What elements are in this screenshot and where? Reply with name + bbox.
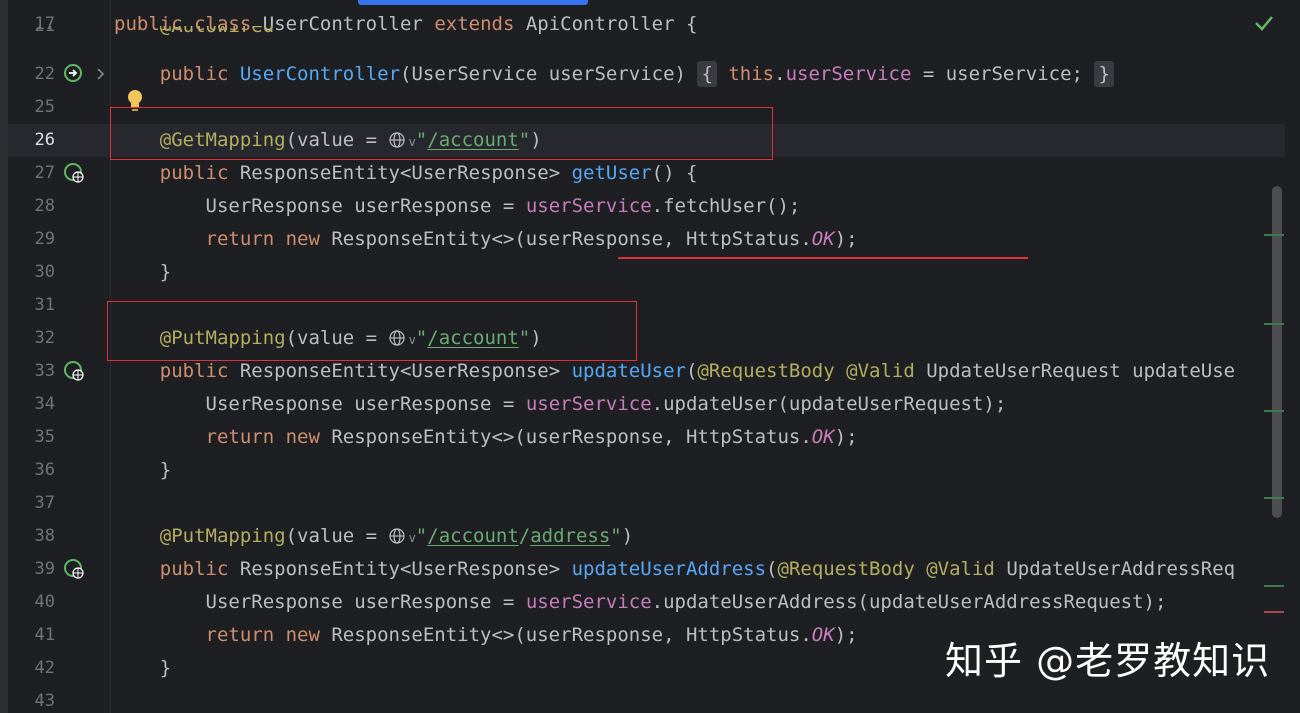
- line-number: 22: [34, 64, 55, 84]
- code-text: return new ResponseEntity<>(userResponse…: [205, 624, 858, 646]
- highlight-box-put-mapping: [107, 301, 637, 361]
- globe-icon[interactable]: [388, 528, 409, 544]
- code-editor[interactable]: 17 public class UserController extends A…: [0, 0, 1300, 713]
- code-line[interactable]: 28 UserResponse userResponse = userServi…: [8, 190, 1285, 223]
- code-line[interactable]: 34 UserResponse userResponse = userServi…: [8, 388, 1285, 421]
- scroll-marker: [1264, 585, 1284, 587]
- scroll-marker: [1264, 410, 1284, 412]
- line-number: 42: [34, 658, 55, 678]
- code-line[interactable]: 38 @PutMapping(value = v"/account/addres…: [8, 520, 1285, 553]
- code-line[interactable]: 40 UserResponse userResponse = userServi…: [8, 586, 1285, 619]
- code-text: UserResponse userResponse = userService.…: [114, 591, 1167, 613]
- code-text: }: [114, 261, 172, 283]
- code-line[interactable]: 43: [8, 685, 1285, 713]
- code-line[interactable]: 27 public ResponseEntity<UserResponse> g…: [8, 157, 1285, 190]
- left-tool-strip: [0, 0, 8, 713]
- code-text: public ResponseEntity<UserResponse> upda…: [159, 558, 1236, 580]
- active-tab-indicator: [358, 0, 588, 5]
- web-endpoint-icon[interactable]: [63, 360, 85, 382]
- code-line[interactable]: 30 }: [8, 256, 1285, 289]
- code-line[interactable]: 35 return new ResponseEntity<>(userRespo…: [8, 421, 1285, 454]
- line-number: 33: [34, 361, 55, 381]
- line-number: 43: [34, 691, 55, 711]
- line-number: 26: [34, 130, 55, 150]
- code-line[interactable]: 39 public ResponseEntity<UserResponse> u…: [8, 553, 1285, 586]
- code-text: public ResponseEntity<UserResponse> getU…: [159, 162, 698, 184]
- line-number: 37: [34, 493, 55, 513]
- line-number: 38: [34, 526, 55, 546]
- line-number: 36: [34, 460, 55, 480]
- highlight-box-get-mapping: [110, 107, 773, 160]
- line-number: 32: [34, 328, 55, 348]
- code-text: return new ResponseEntity<>(userResponse…: [205, 228, 858, 250]
- code-text: UserResponse userResponse = userService.…: [114, 393, 1007, 415]
- line-number: 21: [34, 26, 55, 36]
- web-endpoint-icon[interactable]: [63, 162, 85, 184]
- code-text: }: [114, 459, 172, 481]
- checkmark-icon[interactable]: [1253, 14, 1275, 32]
- line-number: 29: [34, 229, 55, 249]
- code-line[interactable]: 21 @Autowired: [8, 26, 1285, 43]
- code-text: @Autowired: [159, 26, 275, 37]
- code-text: }: [114, 657, 172, 679]
- scroll-marker-error: [1264, 611, 1284, 613]
- code-text: @PutMapping(value = v"/account/address"): [159, 525, 634, 547]
- code-line[interactable]: 22 public UserController(UserService use…: [8, 58, 1285, 91]
- code-text: public UserController(UserService userSe…: [114, 58, 1114, 91]
- line-number: 31: [34, 295, 55, 315]
- chevron-right-icon[interactable]: [96, 67, 106, 81]
- line-number: 41: [34, 625, 55, 645]
- web-endpoint-icon[interactable]: [63, 558, 85, 580]
- code-line[interactable]: 37: [8, 487, 1285, 520]
- code-line[interactable]: 29 return new ResponseEntity<>(userRespo…: [8, 223, 1285, 256]
- scroll-marker: [1264, 234, 1284, 236]
- line-number: 28: [34, 196, 55, 216]
- line-number: 40: [34, 592, 55, 612]
- code-line[interactable]: 36 }: [8, 454, 1285, 487]
- highlight-underline: [618, 257, 1028, 259]
- run-navigate-icon[interactable]: [63, 63, 85, 85]
- line-number: 35: [34, 427, 55, 447]
- line-number: 30: [34, 262, 55, 282]
- line-number: 27: [34, 163, 55, 183]
- scroll-marker: [1264, 323, 1284, 325]
- watermark-text: 知乎 @老罗教知识: [945, 639, 1271, 683]
- scroll-marker: [1264, 497, 1284, 499]
- line-number: 39: [34, 559, 55, 579]
- line-number: 25: [34, 97, 55, 117]
- code-text: UserResponse userResponse = userService.…: [114, 195, 801, 217]
- line-number: 34: [34, 394, 55, 414]
- code-text: return new ResponseEntity<>(userResponse…: [205, 426, 858, 448]
